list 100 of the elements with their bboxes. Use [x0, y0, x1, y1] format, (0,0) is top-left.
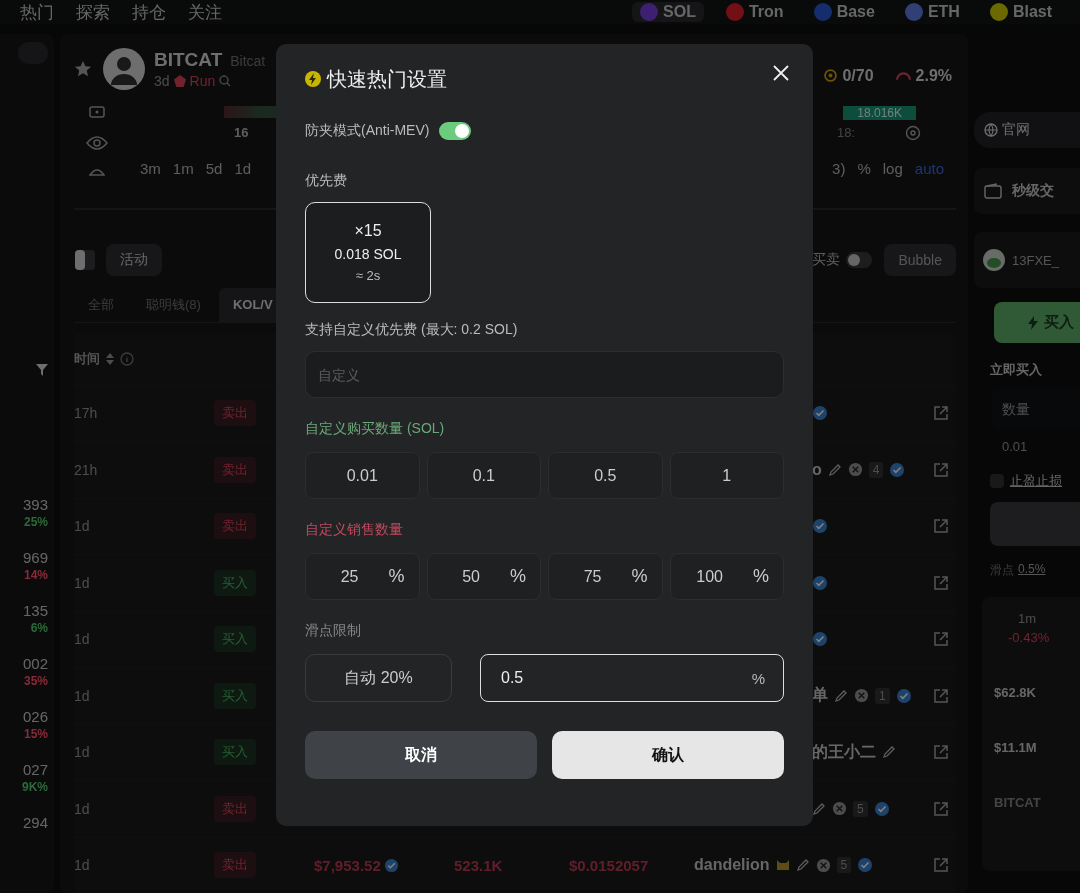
chain-tab[interactable]: Blast: [981, 2, 1060, 22]
external-link-icon[interactable]: [933, 857, 949, 874]
pencil-icon[interactable]: [812, 801, 826, 816]
external-link-icon[interactable]: [933, 744, 949, 761]
camera-icon[interactable]: [89, 105, 105, 118]
trade-type-badge: 卖出: [214, 400, 256, 427]
maker-name[interactable]: o: [812, 460, 822, 479]
table-cell: $0.0152057: [569, 856, 649, 874]
trade-type-badge: 买入: [214, 739, 256, 766]
info-icon[interactable]: [120, 351, 134, 366]
amount-field[interactable]: 0.01: [305, 452, 420, 499]
filter-icon[interactable]: [36, 364, 48, 376]
checkbox-label[interactable]: 止盈止损: [1010, 472, 1062, 490]
nav-link[interactable]: 热门: [20, 0, 54, 24]
slippage-link[interactable]: 0.5%: [1018, 562, 1046, 579]
nav-link[interactable]: 关注: [188, 0, 222, 24]
pencil-icon[interactable]: [827, 462, 842, 477]
chart-option[interactable]: log: [882, 159, 903, 177]
x-logo-icon[interactable]: [854, 688, 869, 704]
chart-option[interactable]: %: [857, 159, 871, 177]
amount-field[interactable]: 1: [669, 452, 784, 499]
search-icon[interactable]: [219, 74, 232, 87]
amount-field[interactable]: 0.5: [548, 452, 663, 499]
toggle-switch[interactable]: [439, 122, 472, 140]
x-logo-icon[interactable]: [847, 462, 863, 478]
avatar-icon: [102, 46, 146, 91]
table-cell-text: 1d: [74, 574, 91, 591]
maker-name[interactable]: 单: [812, 685, 828, 707]
wallet-address[interactable]: 13FXE_: [1012, 252, 1059, 268]
buy-button[interactable]: 买入: [994, 302, 1080, 343]
chain-tab[interactable]: Base: [805, 2, 883, 22]
percent-field[interactable]: 75 %: [548, 553, 663, 600]
verified-icon: [812, 405, 828, 422]
section-label: 立即买入: [990, 361, 1043, 379]
price-value: 969: [22, 549, 48, 566]
chain-tab[interactable]: SOL: [632, 2, 704, 22]
table-cell-text: 21h: [74, 461, 99, 478]
fee-option[interactable]: ×15 0.018 SOL ≈ 2s: [305, 202, 431, 303]
external-link-icon[interactable]: [933, 800, 949, 817]
trade-type-badge: 卖出: [214, 852, 256, 879]
table-cell-text: 1d: [74, 631, 91, 648]
nav-link[interactable]: 持仓: [132, 0, 166, 24]
percent-field[interactable]: 100 %: [669, 553, 784, 600]
percent-field[interactable]: 50 %: [426, 553, 541, 600]
sort-icon[interactable]: [106, 352, 114, 365]
activity-tab[interactable]: 活动: [106, 243, 162, 276]
external-link-icon[interactable]: [933, 631, 949, 648]
slippage-field[interactable]: 0.5 %: [480, 654, 784, 702]
x-logo-icon[interactable]: [815, 857, 831, 873]
percent-field[interactable]: 25 %: [305, 553, 420, 600]
lightning-icon: [305, 71, 321, 87]
amount-field[interactable]: 0.1: [426, 452, 541, 499]
change-value: 9K%: [22, 780, 48, 794]
nav-link[interactable]: 探索: [76, 0, 110, 24]
cat-icon: [775, 858, 790, 873]
confirm-button[interactable]: 确认: [552, 731, 784, 779]
chain-tab[interactable]: ETH: [896, 2, 968, 22]
star-icon[interactable]: [74, 59, 92, 78]
maker-name[interactable]: 的王小二: [812, 741, 876, 763]
custom-fee-field[interactable]: 自定义: [305, 351, 784, 398]
stat-value: 0/70: [824, 66, 874, 85]
verified-icon: [812, 574, 828, 591]
bubble-button[interactable]: Bubble: [884, 243, 956, 276]
timeframe-button[interactable]: 3m: [140, 159, 161, 177]
website-button[interactable]: 官网: [974, 112, 1080, 148]
price-value: 393: [22, 496, 48, 513]
column-header[interactable]: 时间: [74, 349, 100, 368]
layout-icon[interactable]: [74, 248, 96, 271]
close-button[interactable]: [773, 65, 789, 81]
amount-hint: 0.01: [1002, 439, 1029, 454]
pencil-icon[interactable]: [834, 688, 848, 703]
timeframe-button[interactable]: 1d: [234, 159, 252, 177]
target-icon: [824, 69, 838, 83]
pencil-icon[interactable]: [795, 858, 810, 873]
toggle-switch[interactable]: [846, 251, 873, 268]
external-link-icon[interactable]: [933, 574, 949, 591]
verified-icon: [383, 857, 399, 873]
change-value: 35%: [23, 674, 48, 688]
auto-slippage-button[interactable]: 自动 20%: [305, 654, 452, 702]
external-link-icon[interactable]: [933, 461, 949, 478]
table-cell-text: 1d: [74, 518, 91, 535]
x-logo-icon[interactable]: [832, 801, 847, 817]
hill-icon[interactable]: [89, 167, 105, 176]
chain-tab[interactable]: Tron: [717, 2, 792, 22]
cancel-button[interactable]: 取消: [305, 731, 537, 779]
verified-icon: [889, 461, 906, 478]
eye-icon[interactable]: [86, 135, 108, 150]
section-label: 支持自定义优先费 (最大: 0.2 SOL): [305, 321, 519, 339]
change-value: 25%: [23, 515, 48, 529]
timeframe-button[interactable]: 1m: [172, 159, 194, 177]
target-icon[interactable]: [905, 124, 921, 141]
external-link-icon[interactable]: [933, 687, 949, 704]
trade-type-badge: 卖出: [214, 456, 256, 483]
timeframe-button[interactable]: 5d: [205, 159, 223, 177]
external-link-icon[interactable]: [933, 405, 949, 422]
maker-name[interactable]: dandelion: [694, 856, 770, 875]
table-cell-text: 1d: [74, 744, 91, 761]
pencil-icon[interactable]: [882, 745, 896, 760]
axis-label: 16: [234, 125, 249, 141]
external-link-icon[interactable]: [933, 518, 949, 535]
